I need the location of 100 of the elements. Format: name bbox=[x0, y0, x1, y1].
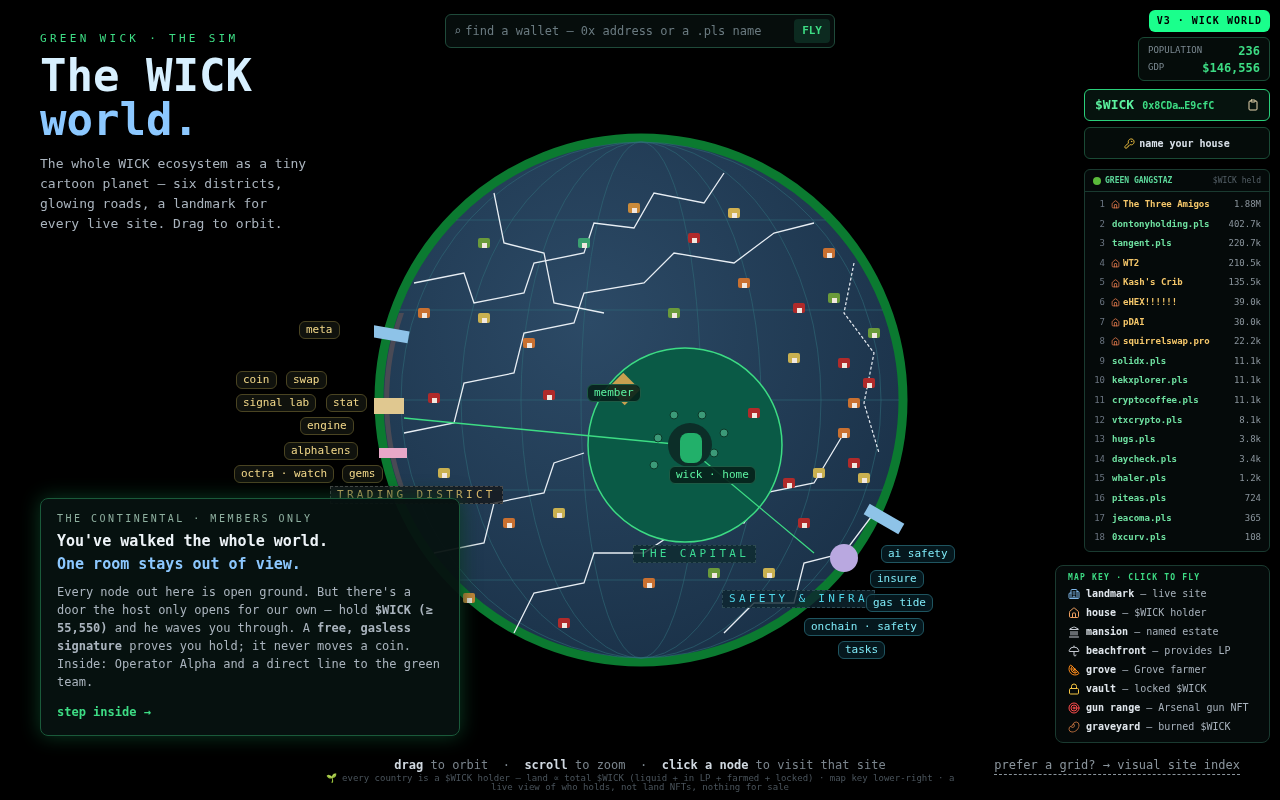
leaderboard-row[interactable]: 2 dontonyholding.pls 402.7k bbox=[1085, 214, 1269, 235]
map-key-item[interactable]: landmark — live site bbox=[1068, 584, 1257, 603]
house-icon bbox=[1111, 200, 1120, 210]
leaderboard-row[interactable]: 17 jeacoma.pls 365 bbox=[1085, 508, 1269, 529]
holder-name: daycheck.pls bbox=[1112, 452, 1179, 466]
rank-number: 16 bbox=[1093, 491, 1105, 505]
map-key-item[interactable]: grove — Grove farmer bbox=[1068, 660, 1257, 679]
map-key-item[interactable]: beachfront — provides LP bbox=[1068, 641, 1257, 660]
bean-icon bbox=[1068, 720, 1080, 733]
house-icon bbox=[1111, 259, 1120, 269]
map-label[interactable]: engine bbox=[300, 417, 354, 435]
map-key-item[interactable]: house — $WICK holder bbox=[1068, 603, 1257, 622]
map-label[interactable]: onchain · safety bbox=[804, 618, 924, 636]
map-label[interactable]: gems bbox=[342, 465, 383, 483]
leaderboard-row[interactable]: 3 tangent.pls 220.7k bbox=[1085, 234, 1269, 254]
map-label[interactable]: alphalens bbox=[284, 442, 358, 460]
leaderboard-row[interactable]: 10 kekxplorer.pls 11.1k bbox=[1085, 371, 1269, 391]
holder-name: Kash's Crib bbox=[1123, 276, 1184, 290]
leaderboard-row[interactable]: 13 hugs.pls 3.8k bbox=[1085, 430, 1269, 450]
leaderboard-row[interactable]: 11 cryptocoffee.pls 11.1k bbox=[1085, 390, 1269, 411]
house-icon bbox=[1111, 278, 1120, 288]
stat-label: POPULATION bbox=[1148, 43, 1203, 57]
holding-value: 220.7k bbox=[1228, 237, 1261, 251]
eyebrow-text: GREEN WICK · THE SIM bbox=[40, 31, 240, 47]
holding-value: 210.5k bbox=[1228, 256, 1261, 270]
leaderboard-row[interactable]: 14 daycheck.pls 3.4k bbox=[1085, 449, 1269, 470]
holding-value: 11.1k bbox=[1233, 394, 1261, 407]
holding-value: 402.7k bbox=[1228, 217, 1261, 231]
map-label[interactable]: insure bbox=[870, 570, 924, 588]
holder-name: eHEX!!!!!! bbox=[1123, 296, 1179, 309]
holding-value: 1.2k bbox=[1239, 472, 1261, 486]
map-label[interactable]: octra · watch bbox=[234, 465, 335, 483]
citrus-fruit-icon bbox=[1068, 663, 1080, 676]
description-text: The whole WICK ecosystem as a tiny cartoon planet — six districts, glowing roads, a landmark for every live site. Drag to orbit. bbox=[40, 154, 308, 233]
map-label[interactable]: coin bbox=[236, 371, 277, 389]
holding-value: 135.5k bbox=[1228, 276, 1261, 290]
map-label[interactable]: meta bbox=[299, 321, 340, 339]
leaderboard-row[interactable]: 1 The Three Amigos 1.88M bbox=[1085, 195, 1269, 215]
search-field[interactable]: ⌕ find a wallet — 0x address or a .pls name FLY bbox=[445, 14, 835, 48]
map-label[interactable]: stat bbox=[326, 394, 367, 412]
leaderboard-row[interactable]: 9 solidx.pls 11.1k bbox=[1085, 351, 1269, 372]
map-label[interactable]: member bbox=[587, 384, 641, 402]
holder-name: whaler.pls bbox=[1112, 472, 1168, 486]
map-label[interactable]: tasks bbox=[838, 641, 886, 659]
map-label[interactable]: swap bbox=[286, 371, 327, 389]
map-label[interactable]: wick · home bbox=[669, 466, 756, 484]
rank-number: 3 bbox=[1098, 237, 1105, 251]
page-title: The WICK bbox=[40, 53, 252, 98]
step-inside-link[interactable]: step inside → bbox=[57, 703, 151, 721]
map-label[interactable]: gas tide bbox=[866, 594, 933, 612]
holder-name: 0xcurv.pls bbox=[1112, 531, 1168, 545]
token-address: 0x8CDa…E9cfC bbox=[1142, 98, 1216, 113]
map-label[interactable]: ai safety bbox=[881, 545, 955, 563]
token-symbol: $WICK bbox=[1095, 96, 1135, 115]
columns-icon bbox=[1068, 625, 1080, 638]
holding-value: 3.8k bbox=[1239, 433, 1261, 447]
holding-value: 1.88M bbox=[1233, 198, 1261, 212]
card-eyebrow: THE CONTINENTAL · MEMBERS ONLY bbox=[57, 512, 314, 526]
rank-number: 13 bbox=[1093, 433, 1105, 447]
leaderboard-row[interactable]: 12 vtxcrypto.pls 8.1k bbox=[1085, 410, 1269, 431]
leaderboard-row[interactable]: 5 Kash's Crib 135.5k bbox=[1085, 273, 1269, 293]
holder-name: vtxcrypto.pls bbox=[1112, 413, 1184, 427]
clipboard-icon[interactable] bbox=[1247, 99, 1259, 111]
map-key-item[interactable]: gun range — Arsenal gun NFT bbox=[1068, 698, 1257, 717]
rank-number: 1 bbox=[1098, 198, 1105, 212]
rank-number: 18 bbox=[1093, 531, 1105, 545]
leaderboard-row[interactable]: 4 WT2 210.5k bbox=[1085, 253, 1269, 274]
map-key-item[interactable]: graveyard — burned $WICK bbox=[1068, 717, 1257, 736]
leaderboard-row[interactable]: 7 pDAI 30.0k bbox=[1085, 312, 1269, 333]
map-label[interactable]: THE CAPITAL bbox=[633, 545, 757, 563]
leaderboard-row[interactable]: 15 whaler.pls 1.2k bbox=[1085, 469, 1269, 489]
holding-value: 365 bbox=[1244, 511, 1261, 525]
holding-value: 3.4k bbox=[1239, 452, 1261, 466]
holding-value: 22.2k bbox=[1233, 335, 1261, 349]
target-icon bbox=[1068, 701, 1080, 714]
holder-name: jeacoma.pls bbox=[1112, 511, 1173, 525]
token-address-bar[interactable]: $WICK 0x8CDa…E9cfC bbox=[1084, 89, 1270, 121]
fly-button[interactable]: FLY bbox=[794, 19, 830, 43]
house-icon bbox=[1111, 337, 1120, 347]
search-icon: ⌕ bbox=[454, 22, 462, 40]
controls-hint: drag to orbit · scroll to zoom · click a node to visit that site bbox=[394, 757, 886, 774]
house-icon bbox=[1111, 317, 1120, 327]
stat-value: $146,556 bbox=[1202, 59, 1260, 77]
leaderboard-row[interactable]: 6 eHEX!!!!!! 39.0k bbox=[1085, 292, 1269, 313]
map-label[interactable]: signal lab bbox=[236, 394, 317, 412]
map-key-item[interactable]: vault — locked $WICK bbox=[1068, 679, 1257, 698]
holding-value: 11.1k bbox=[1233, 354, 1261, 368]
lock-icon bbox=[1068, 682, 1080, 695]
footer-note: 🌱 every country is a $WICK holder — land ∝ total $WICK (liquid + in LP + farmed + locked) · map key lower-right · a live view of who holds, not land NFTs, nothing for sale bbox=[324, 774, 956, 792]
map-key-item[interactable]: mansion — named estate bbox=[1068, 622, 1257, 641]
holder-name: dontonyholding.pls bbox=[1112, 217, 1211, 231]
holder-name: tangent.pls bbox=[1112, 237, 1173, 251]
name-house-button[interactable]: name your house bbox=[1084, 127, 1270, 159]
site-index-link[interactable]: prefer a grid? → visual site index bbox=[994, 756, 1240, 775]
version-badge: V3 · WICK WORLD bbox=[1148, 10, 1270, 32]
leaderboard-row[interactable]: 8 squirrelswap.pro 22.2k bbox=[1085, 332, 1269, 352]
holder-name: piteas.pls bbox=[1112, 491, 1168, 505]
leaderboard-row[interactable]: 16 piteas.pls 724 bbox=[1085, 488, 1269, 509]
leaderboard-row[interactable]: 18 0xcurv.pls 108 bbox=[1085, 528, 1269, 548]
stat-value: 236 bbox=[1238, 42, 1260, 60]
